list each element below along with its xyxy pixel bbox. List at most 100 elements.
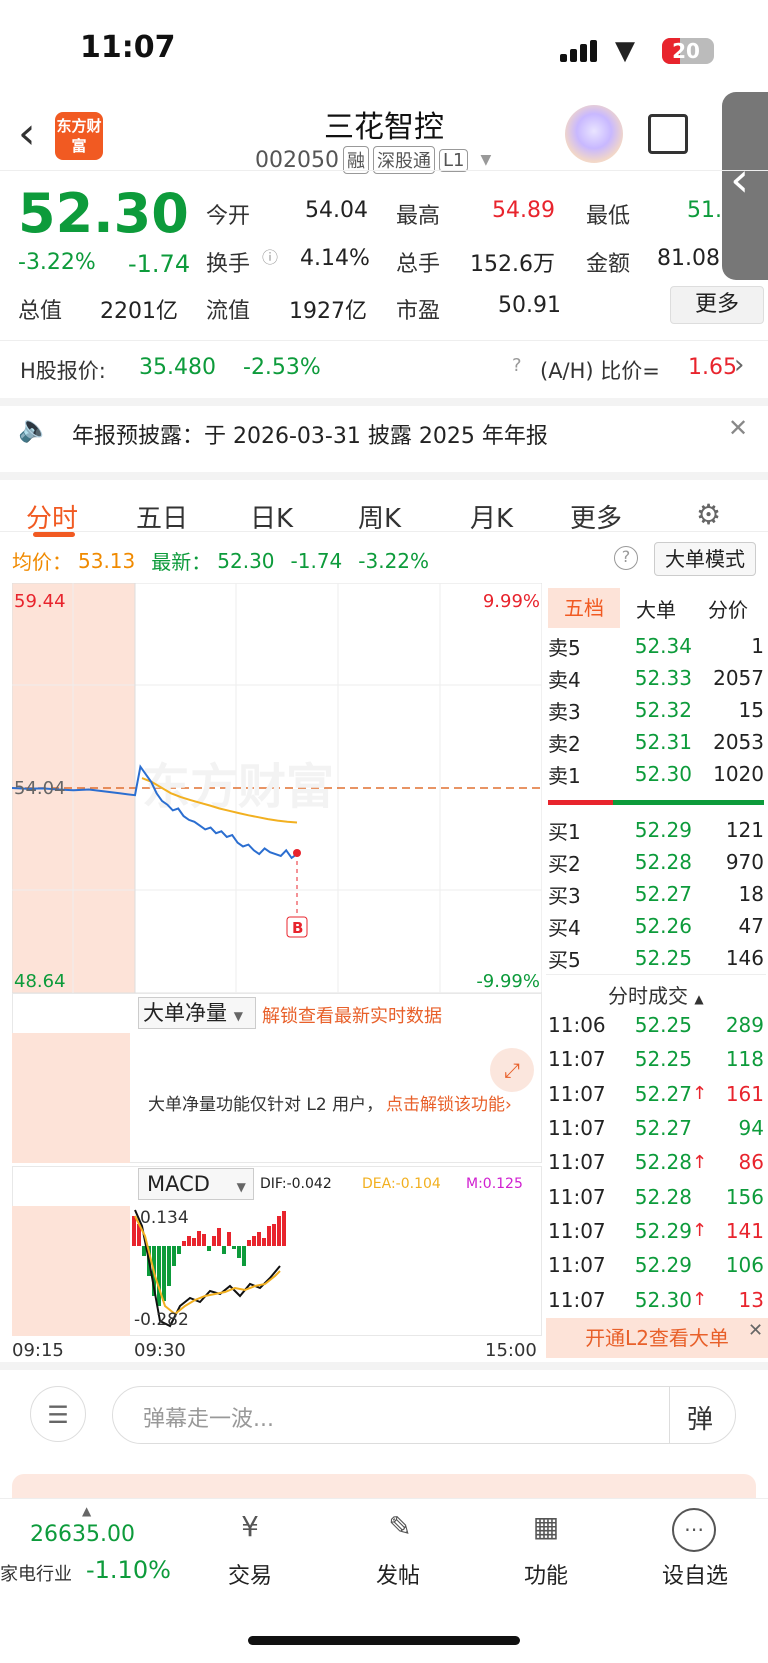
macd-top-label: 0.134 [140, 1208, 189, 1228]
tab-bigorder[interactable]: 大单 [620, 594, 692, 623]
tab-intraday[interactable]: 分时 [26, 498, 78, 535]
assistant-avatar[interactable] [565, 105, 623, 163]
tick-row[interactable]: 11:07 52.27 94 [548, 1111, 764, 1145]
bigorder-select[interactable]: 大单净量 ▼ [138, 997, 256, 1029]
unlock-feature-text: 点击解锁该功能 [386, 1095, 505, 1115]
tick-label: 11:07 [548, 1184, 606, 1209]
ask-label: 卖1 [548, 763, 581, 788]
bid-row[interactable]: 买4 52.26 47 [548, 910, 764, 942]
info-icon[interactable]: ⓘ [262, 244, 278, 268]
bid-volume: 146 [725, 946, 764, 970]
time-close: 15:00 [485, 1340, 537, 1361]
macd-bar [242, 1246, 246, 1266]
ask-row[interactable]: 卖5 52.34 1 [548, 630, 764, 662]
tab-daily[interactable]: 日K [250, 498, 293, 535]
side-panel-handle[interactable]: ‹ [722, 92, 768, 280]
bid-row[interactable]: 买5 52.25 146 [548, 942, 764, 974]
tick-row[interactable]: 11:07 52.30 ↑ 13 [548, 1282, 764, 1316]
bid-row[interactable]: 买3 52.27 18 [548, 878, 764, 910]
tick-label: 11:07 [548, 1047, 606, 1072]
ticks-title[interactable]: 分时成交 ▲ [608, 980, 704, 1009]
macd-select[interactable]: MACD ▼ [138, 1168, 254, 1200]
bid-volume: 18 [738, 882, 764, 906]
buy-marker-label: B [292, 919, 303, 937]
stock-code: 002050 [255, 147, 339, 173]
close-icon[interactable]: ✕ [728, 414, 748, 442]
ask-price: 52.33 [634, 666, 692, 690]
y-top-label: 59.44 [14, 591, 66, 612]
nav-functions[interactable]: 功能 [506, 1558, 586, 1590]
chevron-right-icon[interactable]: › [734, 350, 744, 380]
ask-row[interactable]: 卖2 52.31 2053 [548, 726, 764, 758]
tab-weekly[interactable]: 周K [358, 498, 401, 535]
ask-row[interactable]: 卖3 52.32 15 [548, 694, 764, 726]
bid-volume: 47 [738, 914, 764, 938]
edit-icon[interactable]: ✎ [378, 1510, 422, 1550]
tick-label: 11:07 [548, 1116, 606, 1141]
bid-row[interactable]: 买1 52.29 121 [548, 814, 764, 846]
last-value: 52.30 [217, 548, 275, 573]
ticks-title-text: 分时成交 [608, 984, 688, 1008]
tab-5day[interactable]: 五日 [136, 498, 188, 535]
dropdown-icon[interactable]: ▼ [480, 152, 491, 168]
ask-row[interactable]: 卖1 52.30 1020 [548, 758, 764, 790]
tick-row[interactable]: 11:07 52.28 ↑ 86 [548, 1145, 764, 1179]
tick-volume: 156 [725, 1184, 764, 1209]
bid-price: 52.26 [634, 914, 692, 938]
l2-upgrade-banner[interactable]: 开通L2查看大单 [546, 1318, 768, 1358]
danmu-input[interactable]: 弹幕走一波... 弹 [112, 1386, 736, 1444]
more-dots-icon[interactable]: ⋯ [672, 1508, 716, 1552]
index-value[interactable]: 26635.00 [30, 1522, 135, 1547]
danmu-settings-icon[interactable]: ☰ [30, 1386, 86, 1442]
help-icon[interactable]: ? [512, 355, 522, 376]
tick-label: 11:07 [548, 1287, 606, 1312]
tick-row[interactable]: 11:07 52.27 ↑ 161 [548, 1077, 764, 1111]
home-indicator [248, 1636, 520, 1645]
tab-more[interactable]: 更多 [570, 498, 622, 535]
close-icon[interactable]: ✕ [748, 1320, 763, 1341]
nav-trade[interactable]: 交易 [210, 1558, 290, 1590]
macd-bar [267, 1226, 271, 1246]
ask-price: 52.32 [634, 698, 692, 722]
trade-icon[interactable]: ¥ [228, 1510, 272, 1550]
pe-label: 市盈 [396, 299, 441, 324]
tick-row[interactable]: 11:07 52.28 156 [548, 1179, 764, 1213]
last-change: -1.74 [290, 548, 343, 573]
hshare-price: 35.480 [139, 355, 216, 380]
index-pct[interactable]: -1.10% [86, 1556, 171, 1584]
tick-volume: 106 [725, 1253, 764, 1278]
danmu-toggle-button[interactable]: 弹 [687, 1399, 713, 1436]
more-button[interactable]: 更多 [670, 286, 764, 324]
share-icon[interactable] [648, 114, 688, 154]
tick-label: 11:06 [548, 1013, 606, 1038]
tick-row[interactable]: 11:07 52.29 106 [548, 1248, 764, 1282]
dropdown-icon: ▼ [236, 1180, 246, 1194]
tab-monthly[interactable]: 月K [470, 498, 513, 535]
index-name[interactable]: 家电行业 [0, 1560, 72, 1586]
help-icon[interactable]: ? [614, 546, 638, 570]
tab-level5[interactable]: 五档 [548, 588, 620, 628]
danmu-placeholder: 弹幕走一波... [143, 1407, 274, 1432]
ask-row[interactable]: 卖4 52.33 2057 [548, 662, 764, 694]
tick-price: 52.28 [634, 1150, 692, 1175]
unlock-feature-link[interactable]: 点击解锁该功能› [386, 1090, 512, 1115]
nav-add-watchlist[interactable]: 设自选 [650, 1558, 740, 1590]
nav-post[interactable]: 发帖 [358, 1558, 438, 1590]
grid-icon[interactable]: ▦ [524, 1510, 568, 1550]
macd-bar [237, 1246, 241, 1258]
tick-row[interactable]: 11:07 52.25 118 [548, 1042, 764, 1076]
expand-icon[interactable]: ⤢ [490, 1048, 534, 1092]
hshare-pct: -2.53% [243, 355, 321, 380]
tick-row[interactable]: 11:06 52.25 289 [548, 1008, 764, 1042]
tab-price-dist[interactable]: 分价 [692, 594, 764, 623]
tick-row[interactable]: 11:07 52.29 ↑ 141 [548, 1214, 764, 1248]
bid-volume: 970 [725, 850, 764, 874]
macd-bar [277, 1216, 281, 1246]
bigorder-mode-button[interactable]: 大单模式 [654, 542, 756, 576]
change-amount: -1.74 [128, 250, 191, 278]
battery-icon: 20 [662, 38, 714, 64]
intraday-chart[interactable]: 东方财富 B 59.44 54.04 48.64 9.99% -9.99% [12, 583, 542, 993]
unlock-link[interactable]: 解锁查看最新实时数据 [262, 1002, 442, 1028]
bid-row[interactable]: 买2 52.28 970 [548, 846, 764, 878]
settings-gear-icon[interactable]: ⚙ [696, 498, 721, 531]
